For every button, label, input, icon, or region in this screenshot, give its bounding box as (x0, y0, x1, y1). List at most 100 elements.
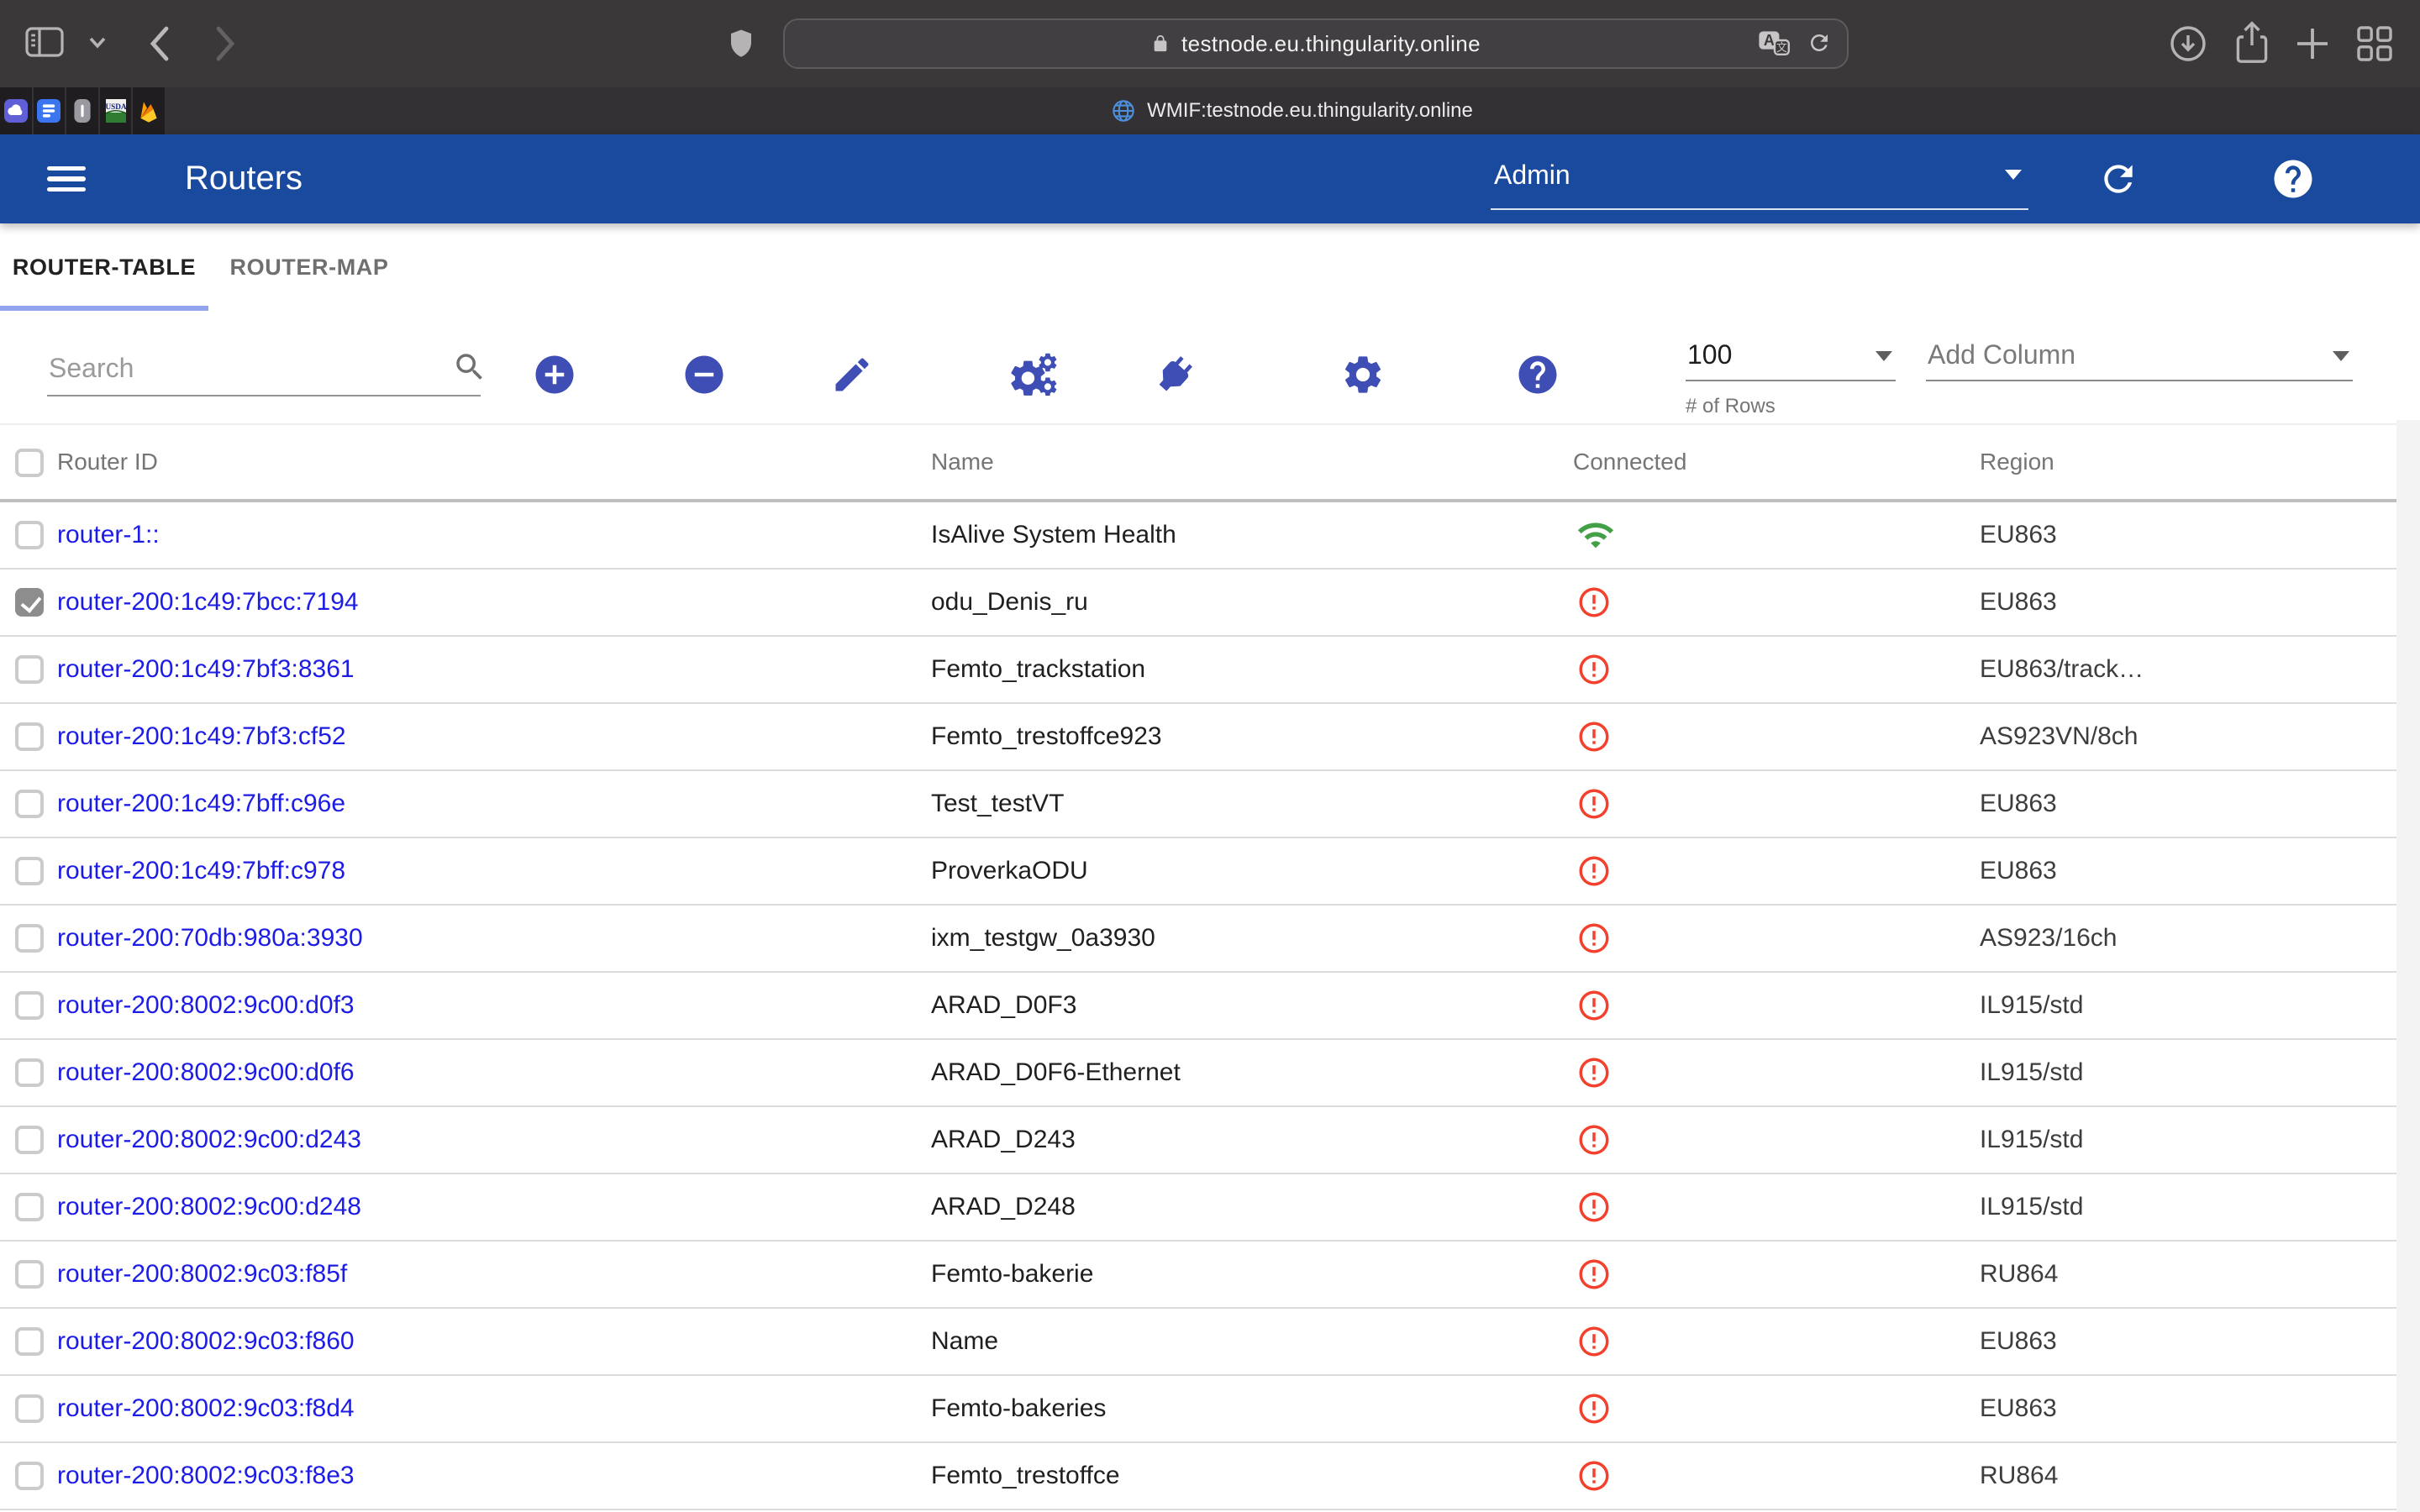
browser-toolbar: testnode.eu.thingularity.online A文 (0, 0, 2420, 87)
sidebar-toggle-icon[interactable] (25, 25, 64, 59)
chevron-down-icon[interactable] (89, 37, 106, 49)
connected-cell (1576, 1391, 1612, 1426)
not-connected-icon (1576, 719, 1612, 754)
new-tab-icon[interactable] (2296, 27, 2329, 60)
row-checkbox[interactable] (15, 857, 44, 885)
search-icon[interactable] (452, 349, 487, 385)
add-router-button[interactable] (532, 352, 577, 397)
svg-text:A: A (1764, 32, 1775, 49)
router-id-link[interactable]: router-1:: (57, 521, 160, 549)
forward-button[interactable] (215, 25, 237, 62)
scroll-gutter[interactable] (2396, 420, 2420, 1512)
tab-router-map[interactable]: ROUTER-MAP (208, 223, 410, 311)
add-column-select[interactable]: Add Column (1926, 334, 2353, 381)
router-id-link[interactable]: router-200:1c49:7bcc:7194 (57, 588, 359, 617)
router-id-link[interactable]: router-200:8002:9c03:f85f (57, 1260, 347, 1289)
menu-icon[interactable] (47, 166, 86, 197)
tab-strip: USDA WMIF:testnode.eu.thingularity.onlin… (0, 87, 2420, 134)
router-id-link[interactable]: router-200:8002:9c00:d248 (57, 1193, 361, 1221)
select-all-checkbox[interactable] (15, 449, 44, 477)
table-row: router-200:70db:980a:3930 ixm_testgw_0a3… (0, 906, 2396, 973)
connected-cell (1576, 585, 1612, 620)
router-region: EU863 (1980, 857, 2057, 885)
table-row: router-200:1c49:7bff:c978 ProverkaODU EU… (0, 838, 2396, 906)
router-region: IL915/std (1980, 1058, 2083, 1087)
pinned-tab-docs-app[interactable] (34, 87, 67, 134)
router-name: Femto-bakerie (931, 1260, 1093, 1289)
url-text: testnode.eu.thingularity.online (1181, 31, 1481, 57)
connected-cell (1576, 786, 1612, 822)
bulk-settings-button[interactable] (1002, 351, 1058, 398)
row-checkbox[interactable] (15, 521, 44, 549)
row-checkbox[interactable] (15, 655, 44, 684)
rows-per-page-select[interactable]: 100 (1686, 334, 1896, 381)
router-id-link[interactable]: router-200:8002:9c00:d0f3 (57, 991, 355, 1020)
connected-cell (1576, 921, 1612, 956)
reload-icon[interactable] (1807, 30, 1832, 55)
table-row: router-1:: IsAlive System Health EU863 (0, 502, 2396, 570)
table-help-button[interactable] (1515, 352, 1560, 397)
row-checkbox[interactable] (15, 1327, 44, 1356)
not-connected-icon (1576, 786, 1612, 822)
edit-router-button[interactable] (830, 353, 874, 396)
router-name: ARAD_D0F3 (931, 991, 1076, 1020)
refresh-icon[interactable] (2097, 158, 2139, 200)
row-checkbox[interactable] (15, 991, 44, 1020)
shield-icon[interactable] (726, 24, 756, 64)
not-connected-icon (1576, 921, 1612, 956)
tab-title: WMIF:testnode.eu.thingularity.online (1147, 99, 1473, 123)
back-button[interactable] (148, 25, 170, 62)
router-id-link[interactable]: router-200:8002:9c00:d243 (57, 1126, 361, 1154)
router-id-link[interactable]: router-200:8002:9c03:f8d4 (57, 1394, 355, 1423)
row-checkbox[interactable] (15, 790, 44, 818)
active-tab[interactable]: WMIF:testnode.eu.thingularity.online (165, 87, 2420, 134)
router-id-link[interactable]: router-200:70db:980a:3930 (57, 924, 363, 953)
connected-cell (1576, 1324, 1612, 1359)
not-connected-icon (1576, 652, 1612, 687)
tab-router-table[interactable]: ROUTER-TABLE (0, 223, 208, 311)
not-connected-icon (1576, 1122, 1612, 1158)
pinned-tab-usda-site[interactable]: USDA (100, 87, 134, 134)
router-id-link[interactable]: router-200:8002:9c03:f860 (57, 1327, 355, 1356)
row-checkbox[interactable] (15, 1462, 44, 1490)
connect-button[interactable] (1151, 351, 1198, 398)
router-id-link[interactable]: router-200:1c49:7bff:c978 (57, 857, 345, 885)
router-region: RU864 (1980, 1260, 2058, 1289)
router-region: EU863 (1980, 588, 2057, 617)
row-checkbox[interactable] (15, 1260, 44, 1289)
user-role-select[interactable]: Admin (1491, 155, 2028, 210)
row-checkbox[interactable] (15, 1126, 44, 1154)
row-checkbox[interactable] (15, 1058, 44, 1087)
help-icon[interactable] (2270, 156, 2316, 202)
connected-cell (1576, 652, 1612, 687)
column-router-id: Router ID (57, 449, 158, 475)
row-checkbox[interactable] (15, 1193, 44, 1221)
row-checkbox[interactable] (15, 722, 44, 751)
settings-button[interactable] (1340, 352, 1386, 397)
pinned-tab-firebase-console[interactable] (133, 87, 165, 134)
router-region: EU863 (1980, 790, 2057, 818)
translate-icon[interactable]: A文 (1758, 30, 1790, 55)
not-connected-icon (1576, 585, 1612, 620)
row-checkbox[interactable] (15, 924, 44, 953)
pinned-tab-pill-app[interactable] (66, 87, 100, 134)
router-id-link[interactable]: router-200:1c49:7bf3:cf52 (57, 722, 346, 751)
router-id-link[interactable]: router-200:1c49:7bff:c96e (57, 790, 345, 818)
pinned-tab-cloud-app[interactable] (0, 87, 34, 134)
router-region: IL915/std (1980, 991, 2083, 1020)
router-id-link[interactable]: router-200:8002:9c00:d0f6 (57, 1058, 355, 1087)
tab-overview-icon[interactable] (2356, 25, 2393, 62)
share-icon[interactable] (2232, 20, 2272, 66)
router-id-link[interactable]: router-200:1c49:7bf3:8361 (57, 655, 355, 684)
address-bar[interactable]: testnode.eu.thingularity.online A文 (783, 18, 1849, 69)
connected-cell (1576, 719, 1612, 754)
app-header: Routers Admin (0, 134, 2420, 223)
row-checkbox[interactable] (15, 1394, 44, 1423)
router-id-link[interactable]: router-200:8002:9c03:f8e3 (57, 1462, 355, 1490)
remove-router-button[interactable] (681, 352, 727, 397)
search-input[interactable]: Search (47, 341, 481, 396)
action-bar: Search 100 # of Rows Add Column (0, 311, 2420, 425)
row-checkbox[interactable] (15, 588, 44, 617)
router-name: ixm_testgw_0a3930 (931, 924, 1155, 953)
downloads-icon[interactable] (2168, 24, 2208, 64)
